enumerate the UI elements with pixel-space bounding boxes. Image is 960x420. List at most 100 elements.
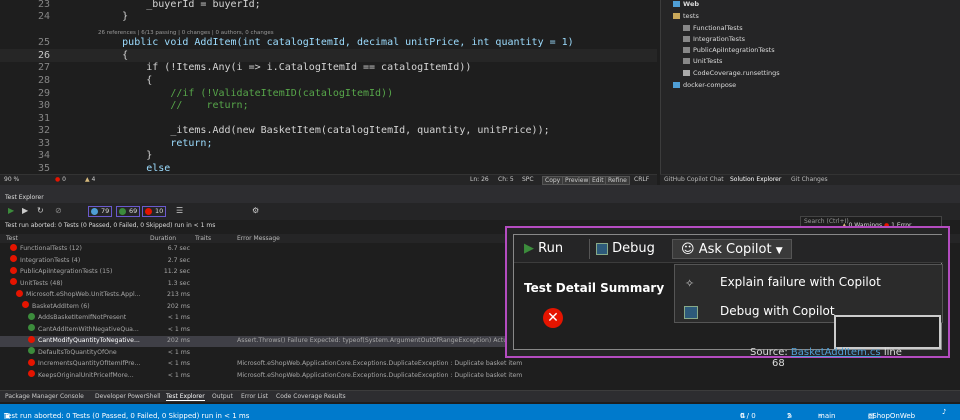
test-row[interactable]: UnitTests (48) 1.3 sec [0, 278, 505, 290]
test-name: CantAddItemWithNegativeQua... [28, 324, 139, 336]
test-row[interactable]: PublicApiIntegrationTests (15) 11.2 sec [0, 266, 505, 278]
test-label: IntegrationTests (4) [20, 256, 81, 264]
zoom-level[interactable]: 90 % [4, 176, 19, 183]
failed-icon [28, 358, 35, 366]
tree-item-web[interactable]: Web [673, 0, 699, 8]
column-test[interactable]: Test [6, 235, 18, 242]
test-name: IntegrationTests (4) [10, 255, 81, 267]
error-indicator[interactable]: ● 0 [55, 176, 66, 183]
test-duration: 213 ms [166, 291, 190, 298]
test-label: PublicApiIntegrationTests (15) [20, 268, 113, 275]
file-icon [683, 70, 690, 76]
test-label: FunctionalTests (12) [20, 245, 82, 252]
test-label: DefaultsToQuantityOfOne [38, 348, 117, 356]
code-text: _items.Add(new BasketItem(catalogItemId,… [74, 125, 550, 136]
run-icon[interactable]: ▶ [22, 206, 28, 215]
playlist-icon[interactable]: ☰ [176, 206, 183, 215]
cancel-icon[interactable]: ⊘ [55, 206, 62, 215]
test-row[interactable]: BasketAddItem (6) 202 ms [0, 301, 505, 313]
tree-item-unittests[interactable]: UnitTests [683, 57, 722, 65]
test-duration: 2.7 sec [167, 256, 190, 264]
tab-copilot-chat[interactable]: GitHub Copilot Chat [664, 176, 724, 183]
editor-status-bar: 90 % ● 0 ▲ 4 Ln: 26 Ch: 5 SPC Copy Previ… [0, 174, 657, 185]
splitter[interactable] [0, 185, 960, 193]
test-row[interactable]: FunctionalTests (12) 6.7 sec [0, 243, 505, 255]
code-line[interactable]: 30 // return; [0, 99, 657, 112]
tree-item-docker-compose[interactable]: docker-compose [673, 81, 736, 89]
tree-item-tests[interactable]: tests [673, 12, 699, 20]
tab-test-explorer[interactable]: Test Explorer [166, 393, 205, 401]
test-name: BasketAddItem (6) [22, 301, 90, 313]
source-link[interactable]: Source: BasketAddItem.cs line 68 [750, 347, 902, 369]
test-row[interactable]: DefaultsToQuantityOfOne < 1 ms [0, 347, 505, 359]
passed-icon [28, 347, 35, 354]
tree-item-publicapiintegrationtests[interactable]: PublicApiIntegrationTests [683, 46, 775, 54]
failed-tests-count[interactable]: 10 [142, 206, 167, 217]
test-row[interactable]: CantModifyQuantityToNegative... 202 ms Ass… [0, 335, 515, 347]
code-line[interactable]: 32 _items.Add(new BasketItem(catalogItem… [0, 124, 657, 137]
preview-button[interactable]: Preview [562, 176, 592, 185]
total-tests-count[interactable]: 79 [88, 206, 113, 217]
debug-with-copilot-menu-item[interactable]: Debug with Copilot [720, 304, 835, 318]
debug-icon [596, 242, 608, 255]
spacing-indicator[interactable]: SPC [522, 176, 534, 183]
failure-icon: ✕ [543, 308, 563, 328]
tab-solution-explorer[interactable]: Solution Explorer [730, 176, 781, 183]
test-row[interactable]: IntegrationTests (4) 2.7 sec [0, 255, 505, 267]
test-row[interactable]: CantAddItemWithNegativeQua... < 1 ms [0, 324, 505, 336]
code-line[interactable]: 35 else [0, 162, 657, 174]
test-name: FunctionalTests (12) [10, 243, 82, 255]
test-row[interactable]: AddsBasketItemIfNotPresent < 1 ms [0, 312, 505, 324]
tab-developer-powershell[interactable]: Developer PowerShell [95, 393, 161, 400]
detail-toolbar: ▶ Run Debug ☺ Ask Copilot ▼ [514, 235, 943, 263]
run-button[interactable]: ▶ Run [524, 239, 563, 259]
tab-error-list[interactable]: Error List [241, 393, 268, 400]
test-row[interactable]: Microsoft.eShopWeb.UnitTests.Appl... 213 … [0, 289, 505, 301]
line-number: 30 [37, 100, 50, 111]
column-traits[interactable]: Traits [195, 235, 211, 242]
tab-git-changes[interactable]: Git Changes [791, 176, 828, 183]
tab-package-manager-console[interactable]: Package Manager Console [5, 393, 84, 400]
code-line[interactable]: 34 } [0, 149, 657, 162]
test-name: IncrementsQuantityOfItemIfPre... [28, 358, 141, 370]
test-duration: 202 ms [166, 302, 190, 310]
test-row[interactable]: IncrementsQuantityOfItemIfPre... < 1 ms Mi… [0, 358, 522, 370]
code-line[interactable]: 25 public void AddItem(int catalogItemId… [0, 36, 657, 49]
test-name: DefaultsToQuantityOfOne [28, 347, 117, 359]
explain-failure-menu-item[interactable]: Explain failure with Copilot [720, 275, 881, 289]
test-project-icon [683, 58, 690, 64]
column-error-message[interactable]: Error Message [237, 235, 280, 242]
code-line[interactable]: 24 } [0, 10, 657, 23]
solution-explorer: Web tests FunctionalTests IntegrationTes… [660, 0, 960, 174]
copilot-icon: ☺ [681, 242, 695, 257]
edit-button[interactable]: Edit [589, 176, 607, 185]
ask-copilot-button[interactable]: ☺ Ask Copilot ▼ [672, 239, 792, 259]
test-label: IncrementsQuantityOfItemIfPre... [38, 360, 141, 367]
tree-item-functionaltests[interactable]: FunctionalTests [683, 24, 743, 32]
test-row[interactable]: KeepsOriginalUnitPriceIfMore... < 1 ms Mic… [0, 370, 522, 382]
settings-icon[interactable]: ⚙ [252, 206, 259, 215]
line-number: 32 [37, 125, 50, 136]
passed-tests-count[interactable]: 69 [116, 206, 141, 217]
tab-output[interactable]: Output [212, 393, 233, 400]
tree-item-integrationtests[interactable]: IntegrationTests [683, 35, 745, 43]
code-line[interactable]: 27 if (!Items.Any(i => i.CatalogItemId =… [0, 61, 657, 74]
notification-bell-icon[interactable]: ♪ [942, 408, 946, 416]
failed-icon [22, 301, 29, 308]
warning-indicator[interactable]: ▲ 4 [85, 176, 95, 183]
code-editor[interactable]: 26 references | 6/13 passing | 0 changes… [0, 0, 657, 174]
tree-item-runsettings[interactable]: CodeCoverage.runsettings [683, 69, 780, 77]
debug-button[interactable]: Debug [589, 239, 655, 259]
copy-button[interactable]: Copy [542, 176, 564, 185]
code-line[interactable]: 28 { [0, 74, 657, 87]
test-name: AddsBasketItemIfNotPresent [28, 312, 126, 324]
repeat-icon[interactable]: ↻ [37, 206, 44, 215]
refine-button[interactable]: Refine [605, 176, 630, 185]
line-ending[interactable]: CRLF [634, 176, 649, 183]
run-all-icon[interactable]: ▶ [8, 206, 14, 215]
ide-window: 26 references | 6/13 passing | 0 changes… [0, 0, 960, 420]
failed-icon [10, 243, 17, 251]
column-duration[interactable]: Duration [150, 235, 176, 242]
test-project-icon [683, 47, 690, 53]
tab-code-coverage[interactable]: Code Coverage Results [276, 393, 346, 400]
